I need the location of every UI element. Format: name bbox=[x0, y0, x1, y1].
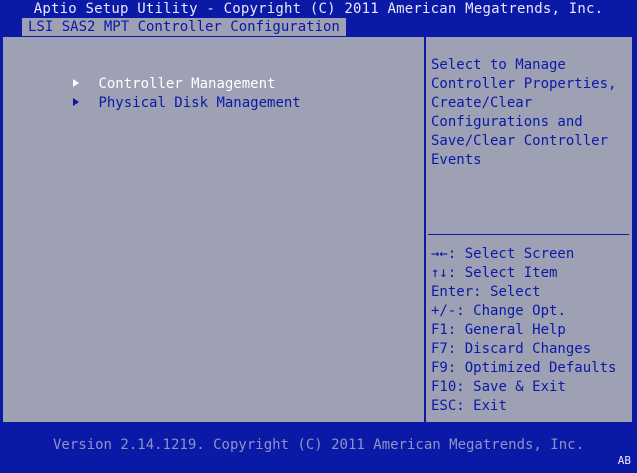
submenu-arrow-icon bbox=[73, 98, 80, 106]
arrow-left-right-icon: →← bbox=[431, 246, 448, 262]
key-legend-enter: Enter: Select bbox=[431, 284, 541, 300]
corner-badge: AB bbox=[617, 454, 631, 467]
setup-panel: Controller Management Physical Disk Mana… bbox=[2, 36, 633, 423]
menu-item-controller-management[interactable]: Controller Management bbox=[6, 56, 275, 92]
key-legend-discard-changes: F7: Discard Changes bbox=[431, 341, 592, 357]
main-menu-area: Controller Management Physical Disk Mana… bbox=[3, 37, 426, 422]
key-legend-save-exit: F10: Save & Exit bbox=[431, 379, 566, 395]
utility-title: Aptio Setup Utility - Copyright (C) 2011… bbox=[33, 1, 604, 17]
key-legend: →←: Select Screen ↑↓: Select Item Enter:… bbox=[431, 245, 616, 416]
menu-item-label: Physical Disk Management bbox=[98, 95, 301, 111]
help-panel: Select to Manage Controller Properties, … bbox=[428, 37, 632, 422]
bios-setup-screen: Aptio Setup Utility - Copyright (C) 2011… bbox=[0, 0, 637, 473]
tab-controller-configuration[interactable]: LSI SAS2 MPT Controller Configuration bbox=[22, 18, 346, 36]
key-legend-change-opt: +/-: Change Opt. bbox=[431, 303, 566, 319]
version-footer: Version 2.14.1219. Copyright (C) 2011 Am… bbox=[52, 437, 584, 453]
key-legend-select-item: ↑↓: Select Item bbox=[431, 265, 558, 281]
key-legend-exit: ESC: Exit bbox=[431, 398, 507, 414]
help-description: Select to Manage Controller Properties, … bbox=[431, 57, 617, 168]
arrow-up-down-icon: ↑↓ bbox=[431, 265, 448, 281]
help-divider bbox=[428, 234, 629, 235]
menu-item-physical-disk-management[interactable]: Physical Disk Management bbox=[6, 75, 301, 111]
key-legend-select-screen: →←: Select Screen bbox=[431, 246, 575, 262]
key-legend-general-help: F1: General Help bbox=[431, 322, 566, 338]
key-legend-optimized-defaults: F9: Optimized Defaults bbox=[431, 360, 617, 376]
